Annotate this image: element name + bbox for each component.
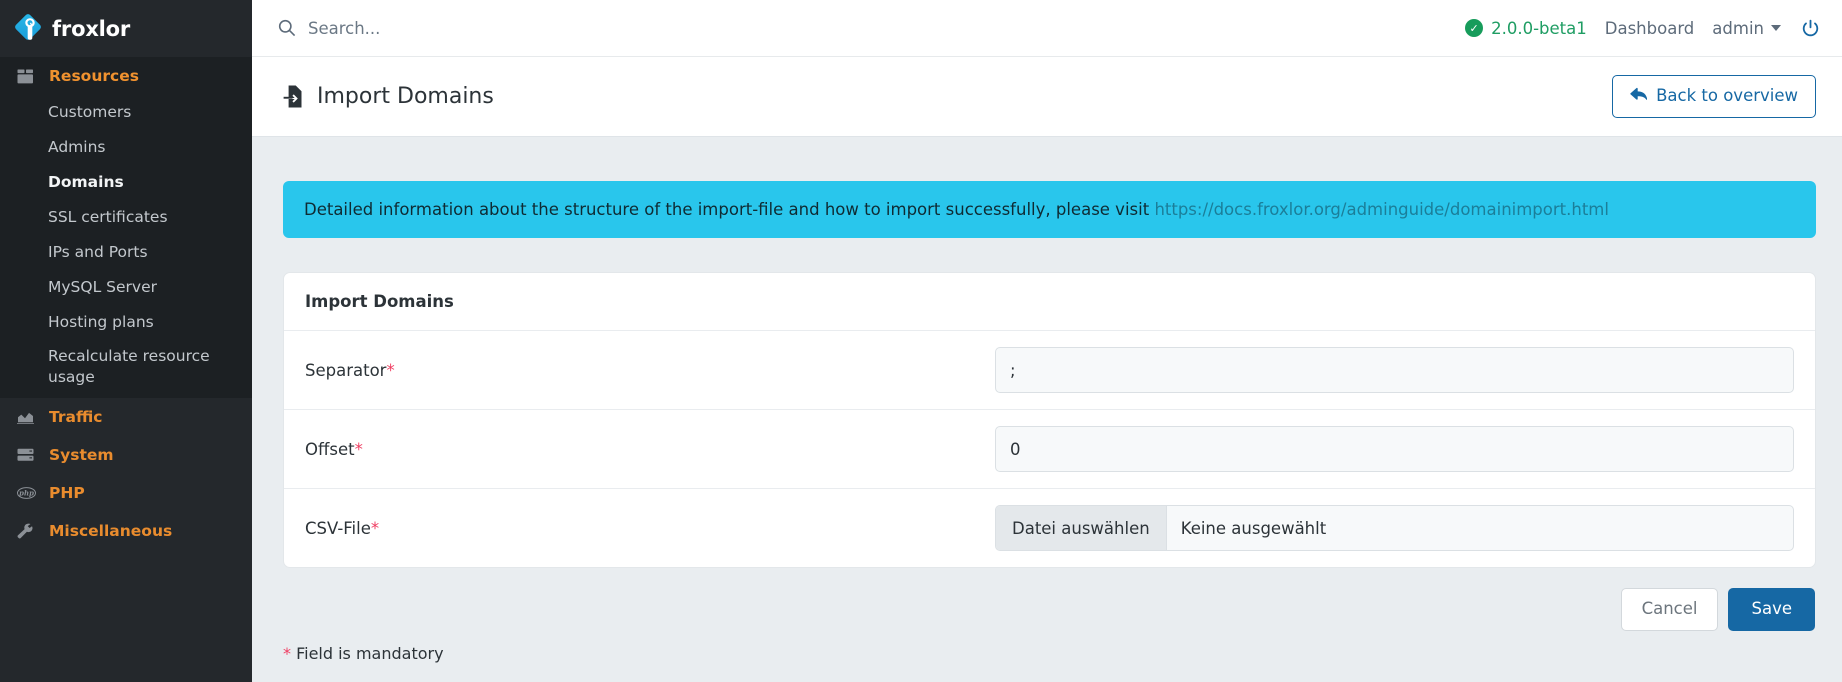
form-actions: Cancel Save [283,568,1816,631]
sidebar-item-miscellaneous[interactable]: Miscellaneous [0,512,252,550]
page-header: Import Domains Back to overview [252,57,1842,137]
chart-icon [17,410,43,424]
arrow-back-icon [1630,87,1656,106]
sidebar-item-php[interactable]: php PHP [0,474,252,512]
user-menu[interactable]: admin [1712,19,1781,38]
info-banner-text: Detailed information about the structure… [304,200,1154,219]
separator-input[interactable] [995,347,1794,393]
version-indicator: ✓ 2.0.0-beta1 [1465,19,1587,38]
sidebar-item-ssl-certificates[interactable]: SSL certificates [0,200,240,235]
sidebar-group-system: System [0,436,252,474]
svg-text:php: php [19,489,34,498]
csv-file-label: CSV-File* [305,519,995,538]
info-banner: Detailed information about the structure… [283,181,1816,238]
choose-file-button[interactable]: Datei auswählen [996,506,1167,550]
page-title: Import Domains [283,84,1612,109]
cancel-button[interactable]: Cancel [1621,588,1719,631]
sidebar-item-label: Traffic [49,408,102,426]
sidebar-item-label: PHP [49,484,85,502]
file-import-icon [283,85,304,108]
import-domains-card: Import Domains Separator* Offset* CSV-F [283,272,1816,568]
search-input[interactable] [308,19,708,38]
sidebar-item-domains[interactable]: Domains [0,165,240,200]
sidebar-group-resources: Resources Customers Admins Domains SSL c… [0,57,252,398]
brand-name: froxlor [52,17,130,41]
wrench-icon [17,523,43,539]
sidebar-item-customers[interactable]: Customers [0,95,240,130]
sidebar-item-resources[interactable]: Resources [0,57,252,95]
sidebar-group-miscellaneous: Miscellaneous [0,512,252,550]
mandatory-note-text: Field is mandatory [291,644,444,663]
required-marker: * [283,644,291,663]
chevron-down-icon [1771,25,1781,31]
content-area: Detailed information about the structure… [252,137,1842,682]
page-title-text: Import Domains [317,84,494,109]
card-title: Import Domains [284,273,1815,331]
power-icon[interactable] [1801,19,1820,38]
docs-link[interactable]: https://docs.froxlor.org/adminguide/doma… [1154,200,1609,219]
back-to-overview-label: Back to overview [1656,88,1798,105]
offset-label: Offset* [305,440,995,459]
sidebar-item-mysql-server[interactable]: MySQL Server [0,270,240,305]
sidebar-item-label: System [49,446,114,464]
save-button[interactable]: Save [1728,588,1815,631]
php-icon: php [17,487,43,499]
offset-input[interactable] [995,426,1794,472]
form-row-separator: Separator* [284,331,1815,410]
separator-label: Separator* [305,361,995,380]
froxlor-logo-icon [16,15,44,43]
sidebar-item-hosting-plans[interactable]: Hosting plans [0,305,240,340]
brand-logo-area[interactable]: froxlor [0,0,252,57]
required-marker: * [386,361,394,380]
sidebar: froxlor Resources Customers Admins [0,0,252,682]
topbar: ✓ 2.0.0-beta1 Dashboard admin [252,0,1842,57]
sidebar-group-traffic: Traffic [0,398,252,436]
sidebar-item-traffic[interactable]: Traffic [0,398,252,436]
topbar-right: ✓ 2.0.0-beta1 Dashboard admin [1465,19,1820,38]
user-name: admin [1712,19,1764,38]
sidebar-item-admins[interactable]: Admins [0,130,240,165]
form-row-csv-file: CSV-File* Datei auswählen Keine ausgewäh… [284,489,1815,567]
sidebar-item-label: Miscellaneous [49,522,172,540]
file-status-text: Keine ausgewählt [1167,506,1341,550]
check-circle-icon: ✓ [1465,19,1483,37]
version-label: 2.0.0-beta1 [1491,19,1587,38]
required-marker: * [371,519,379,538]
form-row-offset: Offset* [284,410,1815,489]
sidebar-group-php: php PHP [0,474,252,512]
mandatory-note: * Field is mandatory [283,631,1816,663]
dashboard-link[interactable]: Dashboard [1605,19,1695,38]
csv-file-input[interactable]: Datei auswählen Keine ausgewählt [995,505,1794,551]
app-window: froxlor Resources Customers Admins [0,0,1842,682]
sidebar-item-recalculate-resource-usage[interactable]: Recalculate resource usage [0,339,240,398]
main-area: ✓ 2.0.0-beta1 Dashboard admin [252,0,1842,682]
sidebar-item-system[interactable]: System [0,436,252,474]
search-icon [278,19,296,37]
back-to-overview-button[interactable]: Back to overview [1612,75,1816,118]
sidebar-item-ips-and-ports[interactable]: IPs and Ports [0,235,240,270]
sidebar-nav: Resources Customers Admins Domains SSL c… [0,57,252,682]
required-marker: * [355,440,363,459]
server-icon [17,448,43,462]
sidebar-item-label: Resources [49,67,139,85]
box-icon [17,69,43,84]
search-container[interactable] [278,19,1465,38]
